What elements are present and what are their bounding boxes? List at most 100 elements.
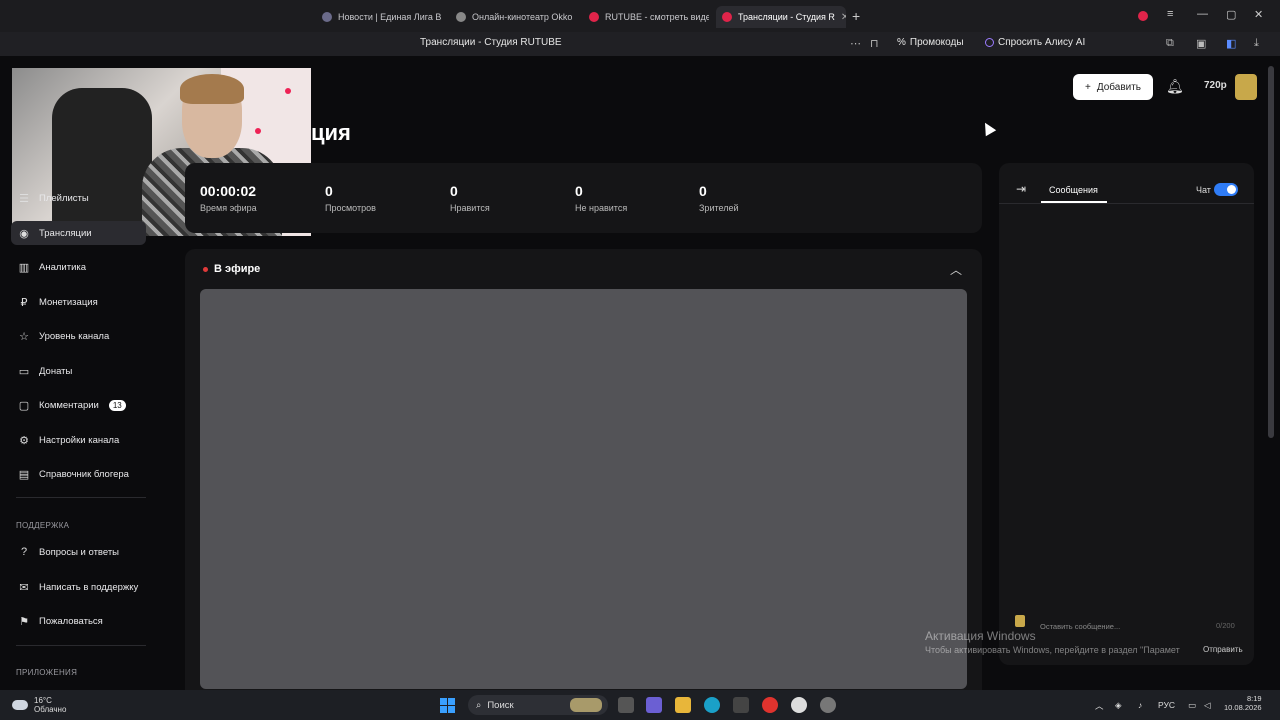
maximize-icon[interactable]: ▢ [1226,8,1236,21]
quality-label[interactable]: 720p [1204,80,1227,91]
webcam-hair [180,74,244,104]
analytics-icon: ▥ [18,261,30,274]
sidebar-item-broadcasts[interactable]: ◉ Трансляции [11,221,146,245]
taskbar-search[interactable]: ⌕ Поиск [468,695,608,715]
collapse-panel-icon[interactable]: ⇥ [1016,182,1026,196]
sidebar-item-channel-level[interactable]: ☆ Уровень канала [11,324,146,348]
browser-tab[interactable]: Новости | Единая Лига В [322,6,442,28]
video-player[interactable] [200,289,967,689]
tab-messages[interactable]: Сообщения [1049,185,1098,195]
browser-tab-strip: Новости | Единая Лига В Онлайн-кинотеатр… [0,0,1280,32]
avatar[interactable] [1235,74,1257,100]
browser-tab-active[interactable]: Трансляции - Студия R ✕ [716,6,846,28]
sidebar-item-label: Написать в поддержку [39,581,139,593]
network-icon[interactable]: ◈ [1115,700,1122,711]
download-icon[interactable]: ⤓ [1254,37,1259,50]
book-icon: ▤ [18,468,30,481]
yandex-icon[interactable] [762,697,778,713]
extensions-icon[interactable]: ⧉ [1166,37,1174,50]
file-explorer-icon[interactable] [675,697,691,713]
windows-activation-watermark: Активация Windows Чтобы активировать Win… [925,629,1180,655]
volume-icon[interactable]: ◁ [1204,700,1211,711]
stat-value: 0 [575,183,583,199]
tab-label: Новости | Единая Лига В [338,12,442,22]
sidebar-item-playlists[interactable]: ☰ Плейлисты [11,186,146,210]
add-button[interactable]: + Добавить [1073,74,1153,100]
sidebar-item-label: Трансляции [39,227,92,239]
microphone-icon[interactable]: ♪ [1138,700,1142,710]
stat-value: 0 [325,183,333,199]
sidebar-item-blogger-guide[interactable]: ▤ Справочник блогера [11,462,146,486]
menu-icon[interactable]: ≡ [1167,8,1173,20]
minimize-icon[interactable]: — [1197,8,1208,20]
stat-label: Нравится [450,203,490,213]
browser-tab[interactable]: Онлайн-кинотеатр Okko [456,6,576,28]
stat-views: 0 Просмотров [325,183,376,213]
sidebar-divider [16,497,146,498]
alice-label: Спросить Алису AI [998,37,1086,48]
collections-icon[interactable]: ▣ [1196,37,1206,50]
more-icon[interactable]: ⋯ [850,37,861,50]
alice-button[interactable]: Спросить Алису AI [985,37,1085,48]
comments-count-badge: 13 [108,399,126,411]
bookmark-icon[interactable]: ⊓ [870,37,879,50]
promo-button[interactable]: % Промокоды [897,37,964,48]
sidebar-item-contact-support[interactable]: ✉ Написать в поддержку [11,575,146,599]
stat-airtime: 00:00:02 Время эфира [200,183,257,213]
chat-toggle[interactable] [1214,183,1238,196]
comment-icon: ▢ [18,399,30,412]
broadcast-icon: ◉ [19,227,29,240]
yandex-browser-icon[interactable] [791,697,807,713]
browser-tab[interactable]: RUTUBE - смотреть видео [589,6,709,28]
send-button[interactable]: Отправить [1203,645,1243,654]
taskbar-clock[interactable]: 8:19 10.08.2026 [1224,694,1262,712]
sidebar-item-analytics[interactable]: ▥ Аналитика [11,255,146,279]
sidebar-divider [16,645,146,646]
cloud-icon [12,700,28,710]
mail-icon: ✉ [19,581,29,594]
store-icon[interactable] [733,697,749,713]
close-tab-icon[interactable]: ✕ [841,12,846,23]
sidebar-item-label: Настройки канала [39,434,120,446]
live-title: В эфире [203,263,260,275]
address-bar: Трансляции - Студия RUTUBE ⋯ ⊓ % Промоко… [0,32,1280,56]
page-scrollbar[interactable] [1268,66,1274,438]
flag-icon: ⚑ [19,615,29,628]
new-tab-icon[interactable]: + [852,8,860,24]
close-window-icon[interactable]: ✕ [1254,8,1263,21]
obs-icon[interactable] [820,697,836,713]
emoji-icon[interactable] [1015,615,1025,627]
weather-text: Облачно [34,705,67,714]
translate-icon[interactable]: ◧ [1226,37,1236,50]
add-button-label: Добавить [1096,81,1142,93]
mouse-cursor-icon [979,119,997,137]
display-icon[interactable]: ▭ [1188,700,1196,711]
sidebar-item-report[interactable]: ⚑ Пожаловаться [11,609,146,633]
sidebar-item-faq[interactable]: ? Вопросы и ответы [11,540,146,564]
profile-icon[interactable] [1138,11,1148,21]
sidebar-item-label: Донаты [39,365,73,377]
activation-title: Активация Windows [925,629,1036,643]
edge-icon[interactable] [704,697,720,713]
alice-icon [985,38,994,47]
task-view-icon[interactable] [618,697,634,713]
chat-panel: ⇥ Сообщения Чат Оставить сообщение... 0/… [999,163,1254,665]
activation-subtitle: Чтобы активировать Windows, перейдите в … [925,645,1180,655]
chevron-up-icon[interactable]: ︿ [950,261,962,278]
language-indicator[interactable]: РУС [1158,700,1175,710]
search-highlight-icon [570,698,602,712]
weather-widget[interactable]: 16°C Облачно [12,696,66,714]
sidebar-item-monetization[interactable]: ₽ Монетизация [11,290,146,314]
tray-chevron-icon[interactable]: ︿ [1095,700,1104,712]
start-icon[interactable] [440,698,455,713]
apps-section-label: ПРИЛОЖЕНИЯ [16,668,78,677]
teams-icon[interactable] [646,697,662,713]
sidebar-item-channel-settings[interactable]: ⚙ Настройки канала [11,428,146,452]
live-title-label: В эфире [214,263,261,275]
sidebar-item-comments[interactable]: ▢ Комментарии 13 [11,393,146,417]
bell-icon[interactable]: 🔔︎ [1166,78,1184,95]
page-address-title[interactable]: Трансляции - Студия RUTUBE [420,37,562,48]
tab-favicon-icon [322,12,332,22]
sidebar-item-donations[interactable]: ▭ Донаты [11,359,146,383]
chat-char-counter: 0/200 [1216,621,1235,630]
